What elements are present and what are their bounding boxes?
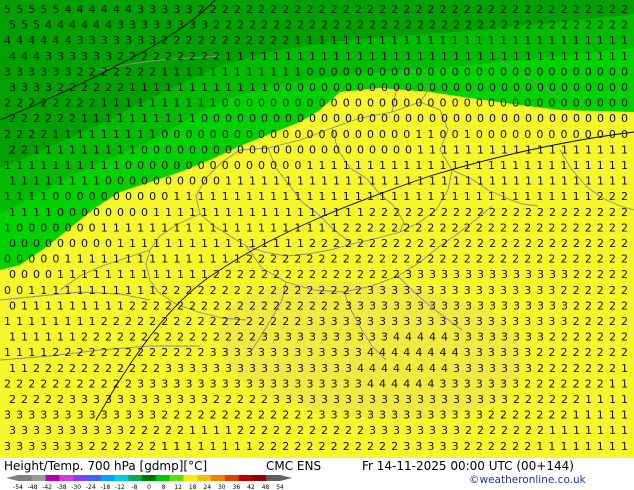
digit-row: 2 2 2 2 1 1 1 1 1 1 1 1 1 0 0 0 0 0 0 0 … (4, 128, 628, 141)
digit-row: 3 3 3 3 3 3 2 2 2 2 2 2 2 1 1 1 1 1 1 1 … (4, 65, 628, 78)
scale-tick-label: -48 (28, 484, 38, 490)
footer-bar: Height/Temp. 700 hPa [gdmp][°C] CMC ENS … (0, 458, 634, 490)
scale-arrow-right (280, 475, 292, 481)
scale-swatch (224, 475, 239, 481)
scale-swatch (18, 475, 33, 481)
digit-row: 0 0 0 0 1 1 1 1 1 1 1 1 1 1 1 1 1 2 2 2 … (9, 268, 628, 281)
digit-row: 2 2 2 2 2 2 1 1 1 1 1 1 1 1 1 1 0 0 0 0 … (9, 112, 628, 125)
digit-row: 1 1 1 1 0 0 0 0 0 0 0 0 0 0 1 1 1 1 1 1 … (4, 190, 628, 203)
scale-tick-label: -54 (13, 484, 23, 490)
scale-tick-label: -8 (131, 484, 137, 490)
digit-row: 5 5 5 4 4 4 4 4 4 3 3 3 3 3 3 3 3 2 2 2 … (9, 19, 628, 32)
scale-swatch (252, 475, 267, 481)
scale-swatch (100, 475, 115, 481)
digit-row: 0 0 1 1 1 1 1 1 1 1 1 1 1 2 2 2 2 2 2 2 … (4, 284, 628, 297)
digit-row: 0 1 1 1 1 1 1 1 1 1 2 2 2 2 2 2 2 2 2 2 … (9, 299, 628, 312)
digit-row: 3 3 3 3 3 3 3 3 3 3 2 2 2 2 2 1 1 1 1 2 … (9, 424, 628, 437)
digit-row: 2 2 1 1 1 1 1 1 1 1 1 0 0 0 0 0 0 0 0 0 … (9, 143, 628, 156)
scale-tick-label: -30 (71, 484, 81, 490)
digit-row: 4 4 4 3 3 3 3 3 3 2 2 2 2 2 2 2 2 2 1 1 … (9, 50, 628, 63)
digit-row: 1 1 1 1 1 1 2 2 2 2 2 2 2 2 2 2 2 2 2 2 … (9, 331, 628, 344)
scale-swatch (128, 475, 143, 481)
map-title: Height/Temp. 700 hPa [gdmp][°C] (4, 459, 208, 473)
digit-row: 1 1 1 1 1 1 1 1 1 1 0 0 0 0 0 0 0 0 0 0 … (4, 159, 628, 172)
scale-tick-label: 36 (233, 484, 241, 490)
weather-map: 5 5 5 5 5 4 4 4 4 4 4 3 3 3 3 3 2 2 2 2 … (0, 0, 634, 458)
scale-swatch (142, 475, 157, 481)
scale-swatch (183, 475, 198, 481)
scale-tick-label: -24 (86, 484, 96, 490)
scale-swatch (197, 475, 212, 481)
digit-row: 1 1 1 1 1 1 1 1 0 0 0 0 0 0 0 0 0 0 1 1 … (9, 175, 628, 188)
scale-arrow-left (6, 475, 18, 481)
digit-row: 2 2 2 2 2 2 2 2 2 2 2 3 3 3 3 3 3 3 3 3 … (4, 377, 628, 390)
scale-swatch (211, 475, 226, 481)
digit-row: 1 0 0 0 0 0 0 0 1 1 1 1 1 1 1 1 1 1 1 1 … (4, 221, 628, 234)
digit-row: 3 3 3 3 3 3 3 2 2 2 2 2 2 1 1 1 1 1 1 1 … (4, 440, 628, 453)
scale-tick-label: -38 (57, 484, 67, 490)
digit-row: 1 1 1 1 0 0 0 0 0 0 0 0 1 1 1 1 1 1 1 1 … (9, 206, 628, 219)
scale-swatch (155, 475, 170, 481)
scale-tick-label: 12 (174, 484, 182, 490)
scale-tick-label: -12 (115, 484, 125, 490)
digit-row: 3 3 3 3 3 3 3 3 3 3 3 3 3 2 2 2 2 2 2 2 … (4, 409, 628, 422)
scale-swatch (45, 475, 60, 481)
digit-row: 1 1 1 1 2 2 2 2 2 2 2 2 2 2 2 2 2 3 3 3 … (4, 346, 628, 359)
digit-row: 0 0 0 0 0 1 1 1 1 1 1 1 1 1 1 1 1 1 1 1 … (4, 253, 628, 266)
scale-swatch (31, 475, 46, 481)
scale-tick-label: 18 (189, 484, 197, 490)
scale-swatch (238, 475, 253, 481)
digit-row: 3 3 3 3 2 2 2 2 2 2 1 1 1 1 1 1 1 1 1 1 … (9, 81, 628, 94)
digit-row: 4 4 4 4 4 4 3 3 3 3 3 3 3 2 2 2 2 2 2 2 … (4, 34, 628, 47)
scale-tick-label: -42 (42, 484, 52, 490)
digit-row: 0 0 0 0 0 0 0 0 0 1 1 1 1 1 1 1 1 1 1 1 … (9, 237, 628, 250)
scale-swatch (114, 475, 129, 481)
scale-tick-label: -18 (100, 484, 110, 490)
forecast-timestamp: Fr 14-11-2025 00:00 UTC (00+144) (362, 459, 574, 473)
digit-grid: 5 5 5 5 5 4 4 4 4 4 4 3 3 3 3 3 2 2 2 2 … (4, 3, 628, 453)
scale-tick-label: 0 (147, 484, 151, 490)
digit-row: 1 1 2 2 2 2 2 2 2 2 2 2 2 3 3 3 3 3 3 3 … (9, 362, 628, 375)
map-canvas: 5 5 5 5 5 4 4 4 4 4 4 3 3 3 3 3 2 2 2 2 … (0, 0, 634, 458)
scale-tick-label: 30 (218, 484, 226, 490)
digit-row: 5 5 5 5 5 4 4 4 4 4 4 3 3 3 3 3 2 2 2 2 … (4, 3, 628, 16)
scale-tick-label: 8 (162, 484, 166, 490)
credit-link[interactable]: ©weatheronline.co.uk (469, 474, 586, 486)
scale-swatch (266, 475, 281, 481)
color-scale-legend: -54 -48 -42 -38 -30 -24 -18 -12 -8 0 8 12 18 24 30 36 42… (6, 475, 292, 490)
digit-row: 1 1 1 1 1 1 1 1 2 2 2 2 2 2 2 2 2 2 2 2 … (4, 315, 628, 328)
scale-tick-label: 48 (262, 484, 270, 490)
digit-row: 2 2 2 2 2 3 3 3 3 3 3 3 3 3 3 3 3 2 2 2 … (9, 393, 628, 406)
scale-tick-label: 54 (276, 484, 284, 490)
scale-swatch (59, 475, 74, 481)
scale-swatch (73, 475, 88, 481)
scale-swatch (86, 475, 102, 481)
scale-tick-label: 42 (247, 484, 255, 490)
digit-row: 2 2 2 2 2 2 2 2 1 1 1 1 1 1 1 1 1 1 0 0 … (4, 97, 628, 110)
model-name: CMC ENS (266, 459, 322, 473)
scale-tick-label: 24 (203, 484, 211, 490)
scale-swatch (169, 475, 184, 481)
